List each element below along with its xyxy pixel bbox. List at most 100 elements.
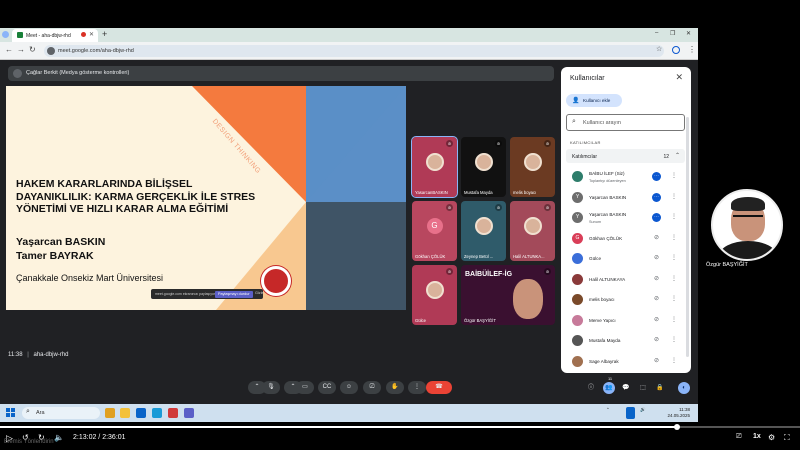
camera-icon[interactable]: ▭ xyxy=(296,381,314,394)
participant-tile[interactable]: ⊘ YasarcanBASKIN xyxy=(411,136,458,198)
tab-meet[interactable]: Meet - aha-dbjw-rhd ✕ xyxy=(12,29,98,42)
volume-icon[interactable]: 🔈 xyxy=(54,433,64,442)
active-app-icon[interactable] xyxy=(626,407,635,419)
speaking-icon[interactable]: ⋯ xyxy=(652,213,661,222)
companion-icon[interactable]: ◐ xyxy=(678,382,690,394)
muted-mic-icon[interactable]: ⊘ xyxy=(652,357,661,366)
store-icon[interactable] xyxy=(136,408,146,418)
info-icon[interactable]: ⓘ xyxy=(585,382,597,394)
bookmark-icon[interactable]: ☆ xyxy=(656,45,662,53)
tab-close-icon[interactable]: ✕ xyxy=(89,31,94,38)
seek-bar[interactable] xyxy=(0,424,800,430)
tab-search-icon[interactable] xyxy=(2,31,9,38)
more-options-icon[interactable]: ⋮ xyxy=(671,336,677,343)
speaking-icon[interactable]: ⋯ xyxy=(652,192,661,202)
menu-icon[interactable]: ⋮ xyxy=(688,45,696,54)
people-search-input[interactable]: ⌕ Kullanıcı arayın xyxy=(566,114,685,131)
muted-mic-icon[interactable]: ⊘ xyxy=(652,295,661,304)
participant-row[interactable]: Y Yaşarcan BASKIN Sunum ⋯ ⋮ xyxy=(561,208,691,228)
reload-icon[interactable]: ↻ xyxy=(29,45,36,54)
participant-avatar xyxy=(572,273,583,285)
participants-group-header[interactable]: Katılımcılar 12 ⌃ xyxy=(566,149,685,163)
people-icon[interactable]: 👥 xyxy=(603,382,615,394)
back-icon[interactable]: ← xyxy=(5,45,13,54)
host-controls-icon[interactable]: 🔒 xyxy=(654,382,666,394)
more-options-icon[interactable]: ⋮ xyxy=(671,193,677,200)
widgets-icon[interactable] xyxy=(105,408,115,418)
file-explorer-icon[interactable] xyxy=(120,408,130,418)
stop-sharing-button[interactable]: Paylaşmayı durdur xyxy=(215,290,253,298)
muted-mic-icon: ⊘ xyxy=(544,268,551,275)
edge-icon[interactable] xyxy=(152,408,162,418)
clock[interactable]: 11:38 24.05.2025 xyxy=(664,407,690,419)
emoji-icon[interactable]: ☺ xyxy=(340,381,358,394)
participant-tile[interactable]: ⊘ Mustafa Mayda xyxy=(461,137,506,197)
windows-start-icon[interactable] xyxy=(6,408,16,418)
more-options-icon[interactable]: ⋮ xyxy=(671,316,677,323)
muted-mic-icon[interactable]: ⊘ xyxy=(652,254,661,263)
window-close-icon[interactable]: ✕ xyxy=(686,30,691,37)
teams-icon[interactable] xyxy=(184,408,194,418)
muted-mic-icon: ⊘ xyxy=(446,140,453,147)
participant-row[interactable]: Gülce ⊘ ⋮ xyxy=(561,249,691,269)
profile-icon[interactable] xyxy=(672,46,680,54)
participant-row[interactable]: Merve Yapıcı ⊘ ⋮ xyxy=(561,311,691,331)
more-options-icon[interactable]: ⋮ xyxy=(671,234,677,241)
more-options-icon[interactable]: ⋮ xyxy=(671,357,677,364)
participant-row[interactable]: melis boyacı ⊘ ⋮ xyxy=(561,290,691,310)
taskbar-search[interactable]: ⌕ Ara xyxy=(22,407,100,419)
more-options-icon[interactable]: ⋮ xyxy=(671,213,677,220)
participant-row[interactable]: BAİBU İLEF (Siz) Toplantıyı düzenleyen ⋯ ⋮ xyxy=(561,167,691,187)
participant-tile[interactable]: ⊘ Halil ALTUNKA... xyxy=(510,201,555,261)
more-options-icon[interactable]: ⋮ xyxy=(671,295,677,302)
muted-mic-icon[interactable]: ⊘ xyxy=(652,316,661,325)
participant-row[interactable]: Mustafa Mayda ⊘ ⋮ xyxy=(561,331,691,351)
participant-tile[interactable]: ⊘ G Gökhan ÇÖLÜK xyxy=(412,201,457,261)
more-options-icon[interactable]: ⋮ xyxy=(408,381,426,394)
minimize-icon[interactable]: – xyxy=(655,30,658,36)
network-icon[interactable]: 🔊 xyxy=(640,407,646,413)
site-info-icon[interactable] xyxy=(47,47,55,55)
participant-row[interactable]: Y Yaşarcan BASKIN ⋯ ⋮ xyxy=(561,188,691,208)
participant-tile[interactable]: ⊘ Zeynep Betül ... xyxy=(461,201,506,261)
speaking-icon[interactable]: ⋯ xyxy=(652,172,661,181)
close-panel-icon[interactable]: ✕ xyxy=(675,72,683,83)
tray-chevron-icon[interactable]: ⌃ xyxy=(606,407,610,413)
seek-handle[interactable] xyxy=(674,424,681,430)
forward-icon[interactable]: → xyxy=(17,45,25,54)
activities-icon[interactable]: ⬚ xyxy=(637,382,649,394)
captions-icon[interactable]: CC xyxy=(318,381,336,394)
speed-button[interactable]: 1x xyxy=(753,433,761,440)
muted-mic-icon[interactable]: ⊘ xyxy=(652,336,661,345)
hide-banner-button[interactable]: Gizle xyxy=(255,291,264,295)
settings-icon[interactable]: ⚙ xyxy=(768,433,775,442)
participant-tile[interactable]: ⊘ melis boyacı xyxy=(510,137,555,197)
url-field[interactable]: meet.google.com/aha-dbjw-rhd xyxy=(44,45,664,57)
presenter-bar[interactable]: Çağlar Berkit (Medya gösterme kontroller… xyxy=(8,66,554,81)
captions-icon[interactable]: ⎚ xyxy=(736,433,742,441)
participant-photo xyxy=(425,153,444,172)
participant-row[interactable]: Sage Albayrak ⊘ ⋮ xyxy=(561,352,691,372)
more-options-icon[interactable]: ⋮ xyxy=(671,254,677,261)
section-label: KATILIMCILAR xyxy=(570,140,601,145)
muted-mic-icon[interactable]: ⊘ xyxy=(652,275,661,284)
participant-row[interactable]: Halil ALTUNKAYA ⊘ ⋮ xyxy=(561,270,691,290)
more-options-icon[interactable]: ⋮ xyxy=(671,275,677,282)
participant-tile[interactable]: ⊘ BAİBÜİLEF-İG Özgür BAŞYİĞİT xyxy=(461,265,555,325)
muted-mic-icon[interactable]: ⊘ xyxy=(652,234,661,243)
more-options-icon[interactable]: ⋮ xyxy=(671,172,677,179)
participant-name: Özgür BAŞYİĞİT xyxy=(464,318,496,323)
panel-scrollbar[interactable] xyxy=(686,117,689,357)
chat-icon[interactable]: 💬 xyxy=(620,382,632,394)
mic-icon[interactable]: 🎙 xyxy=(262,381,280,394)
powerpoint-icon[interactable] xyxy=(168,408,178,418)
participant-row[interactable]: G Gökhan ÇÖLÜK ⊘ ⋮ xyxy=(561,229,691,249)
present-icon[interactable]: ⎚ xyxy=(363,381,381,394)
leave-call-button[interactable]: ☎ xyxy=(426,381,452,394)
maximize-icon[interactable]: ❐ xyxy=(670,30,675,37)
new-tab-button[interactable]: + xyxy=(102,29,107,39)
add-people-button[interactable]: 👤 Kullanıcı ekle xyxy=(566,94,622,107)
participant-tile[interactable]: ⊘ Gülce xyxy=(412,265,457,325)
raise-hand-icon[interactable]: ✋ xyxy=(386,381,404,394)
fullscreen-icon[interactable]: ⛶ xyxy=(784,433,790,443)
